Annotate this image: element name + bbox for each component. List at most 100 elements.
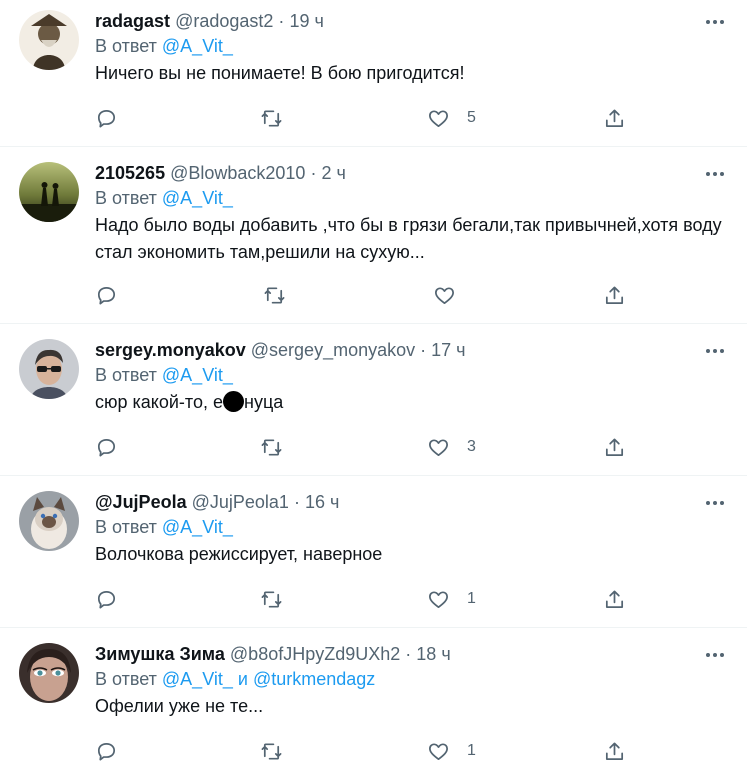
share-button[interactable] [603, 105, 626, 131]
reply-context: В ответ @A_Vit_ [95, 514, 727, 541]
timestamp[interactable]: 19 ч [289, 11, 323, 31]
like-button[interactable]: 1 [427, 738, 476, 764]
reply-button[interactable] [95, 434, 118, 460]
reply-button[interactable] [95, 105, 118, 131]
tweet-content: sergey.monyakov @sergey_monyakov · 17 ч … [95, 338, 727, 416]
like-icon [429, 590, 448, 608]
tweet-content: radagast @radogast2 · 19 ч В ответ @A_Vi… [95, 9, 727, 87]
retweet-button[interactable] [260, 586, 283, 612]
avatar[interactable] [19, 162, 79, 222]
like-button[interactable]: 1 [427, 586, 476, 612]
reply-icon [97, 742, 116, 761]
tweet-text: сюр какой-то, е нуца [95, 389, 727, 416]
avatar[interactable] [19, 10, 79, 70]
timestamp[interactable]: 2 ч [321, 163, 345, 183]
avatar[interactable] [19, 491, 79, 551]
separator: · [310, 163, 317, 183]
share-button[interactable] [603, 434, 626, 460]
reply-button[interactable] [95, 586, 118, 612]
reply-prefix: В ответ [95, 188, 157, 208]
retweet-button[interactable] [260, 105, 283, 131]
display-name[interactable]: sergey.monyakov [95, 340, 246, 360]
more-icon [706, 20, 724, 24]
retweet-button[interactable] [260, 738, 283, 764]
share-button[interactable] [603, 282, 626, 308]
tweet-content: Зимушка Зима @b8ofJHpyZd9UXh2 · 18 ч В о… [95, 642, 727, 720]
more-icon [706, 349, 724, 353]
tweet-text: Офелии уже не те... [95, 696, 264, 716]
timestamp[interactable]: 17 ч [431, 340, 465, 360]
share-icon [605, 108, 624, 127]
like-button[interactable] [433, 282, 456, 308]
tweet-text-after: нуца [244, 392, 284, 412]
reply-mention-link[interactable]: @A_Vit_ [162, 669, 233, 689]
timestamp[interactable]: 16 ч [305, 492, 339, 512]
avatar[interactable] [19, 339, 79, 399]
reply-mention-link[interactable]: @A_Vit_ [162, 517, 233, 537]
tweet[interactable]: sergey.monyakov @sergey_monyakov · 17 ч … [0, 324, 747, 476]
censor-dot [223, 391, 244, 412]
reply-mention-link[interactable]: @A_Vit_ [162, 188, 233, 208]
tweet-header: @JujPeola @JujPeola1 · 16 ч [95, 490, 727, 514]
more-options-button[interactable] [705, 645, 725, 665]
display-name[interactable]: @JujPeola [95, 492, 187, 512]
like-icon [429, 109, 448, 127]
user-handle[interactable]: @radogast2 [175, 11, 273, 31]
share-button[interactable] [603, 738, 626, 764]
more-options-button[interactable] [705, 493, 725, 513]
reply-prefix: В ответ [95, 36, 157, 56]
separator: · [420, 340, 427, 360]
reply-button[interactable] [95, 282, 118, 308]
tweet-text: Волочкова режиссирует, наверное [95, 544, 383, 564]
like-icon [429, 438, 448, 456]
tweet[interactable]: Зимушка Зима @b8ofJHpyZd9UXh2 · 18 ч В о… [0, 628, 747, 777]
share-button[interactable] [603, 586, 626, 612]
reply-button[interactable] [95, 738, 118, 764]
display-name[interactable]: 2105265 [95, 163, 165, 183]
user-handle[interactable]: @b8ofJHpyZd9UXh2 [230, 644, 400, 664]
retweet-icon [261, 438, 282, 456]
share-icon [605, 589, 624, 608]
tweet-header: Зимушка Зима @b8ofJHpyZd9UXh2 · 18 ч [95, 642, 727, 666]
tweet[interactable]: 2105265 @Blowback2010 · 2 ч В ответ @A_V… [0, 147, 747, 324]
retweet-icon [261, 109, 282, 127]
reply-mention-link[interactable]: @A_Vit_ [162, 36, 233, 56]
tweet-text: Ничего вы не понимаете! В бою пригодится… [95, 63, 465, 83]
tweet-content: @JujPeola @JujPeola1 · 16 ч В ответ @A_V… [95, 490, 727, 568]
more-options-button[interactable] [705, 12, 725, 32]
tweet-actions: 3 [95, 434, 727, 460]
reply-icon [97, 286, 116, 305]
user-handle[interactable]: @JujPeola1 [192, 492, 289, 512]
more-icon [706, 653, 724, 657]
user-handle[interactable]: @sergey_monyakov [251, 340, 415, 360]
reply-mention-link[interactable]: @A_Vit_ [162, 365, 233, 385]
tweet-content: 2105265 @Blowback2010 · 2 ч В ответ @A_V… [95, 161, 727, 266]
retweet-button[interactable] [260, 434, 283, 460]
retweet-button[interactable] [263, 282, 286, 308]
display-name[interactable]: Зимушка Зима [95, 644, 225, 664]
tweet-actions [95, 282, 727, 308]
tweet-text: Надо было воды добавить ,что бы в грязи … [95, 215, 722, 262]
reply-mention-link-2[interactable]: @turkmendagz [253, 669, 375, 689]
tweet[interactable]: @JujPeola @JujPeola1 · 16 ч В ответ @A_V… [0, 476, 747, 628]
reply-joiner: и [237, 669, 248, 689]
display-name[interactable]: radagast [95, 11, 170, 31]
retweet-icon [261, 590, 282, 608]
like-count: 1 [467, 590, 476, 607]
timestamp[interactable]: 18 ч [416, 644, 450, 664]
like-count: 1 [467, 742, 476, 759]
avatar[interactable] [19, 643, 79, 703]
more-options-button[interactable] [705, 164, 725, 184]
retweet-icon [264, 286, 285, 304]
reply-prefix: В ответ [95, 365, 157, 385]
more-options-button[interactable] [705, 341, 725, 361]
user-handle[interactable]: @Blowback2010 [170, 163, 305, 183]
reply-context: В ответ @A_Vit_ и @turkmendagz [95, 666, 727, 693]
like-button[interactable]: 5 [427, 105, 476, 131]
tweet[interactable]: radagast @radogast2 · 19 ч В ответ @A_Vi… [0, 0, 747, 147]
share-icon [605, 741, 624, 760]
reply-prefix: В ответ [95, 517, 157, 537]
tweet-feed: radagast @radogast2 · 19 ч В ответ @A_Vi… [0, 0, 747, 777]
reply-icon [97, 109, 116, 128]
like-button[interactable]: 3 [427, 434, 476, 460]
